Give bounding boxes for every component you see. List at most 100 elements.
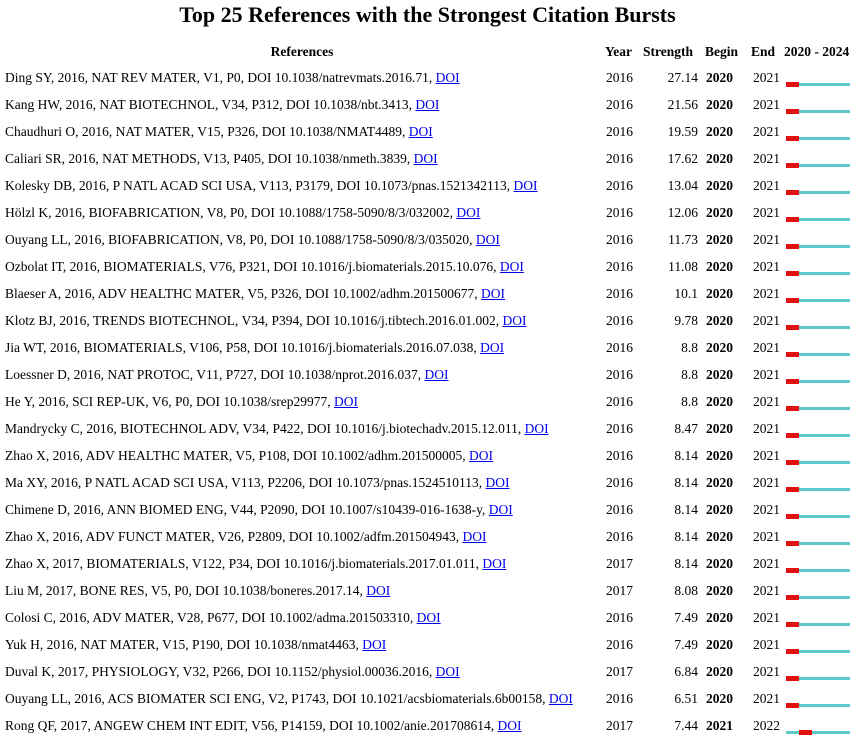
doi-link[interactable]: DOI [498, 718, 522, 733]
strength-cell: 7.44 [674, 718, 698, 733]
reference-cell: Ouyang LL, 2016, BIOFABRICATION, V8, P0,… [5, 231, 500, 249]
year-cell: 2016 [606, 259, 633, 274]
reference-text: Zhao X, 2017, BIOMATERIALS, V122, P34, D… [5, 556, 479, 571]
timeline-base-segment [798, 299, 850, 302]
begin-cell: 2020 [706, 448, 733, 463]
strength-cell: 8.14 [674, 502, 698, 517]
timeline-base-segment [798, 542, 850, 545]
begin-cell: 2020 [706, 475, 733, 490]
timeline-base-segment [798, 515, 850, 518]
header-strength: Strength [643, 44, 694, 59]
burst-segment [786, 433, 799, 438]
year-cell: 2016 [606, 367, 633, 382]
reference-text: Caliari SR, 2016, NAT METHODS, V13, P405… [5, 151, 411, 166]
burst-timeline [786, 109, 850, 114]
begin-cell: 2020 [706, 556, 733, 571]
timeline-base-segment [798, 164, 850, 167]
burst-timeline [786, 622, 850, 627]
doi-link[interactable]: DOI [476, 232, 500, 247]
timeline-base-segment [798, 272, 850, 275]
doi-link[interactable]: DOI [409, 124, 433, 139]
reference-cell: Rong QF, 2017, ANGEW CHEM INT EDIT, V56,… [5, 717, 522, 735]
strength-cell: 6.84 [674, 664, 698, 679]
reference-text: Yuk H, 2016, NAT MATER, V15, P190, DOI 1… [5, 637, 359, 652]
doi-link[interactable]: DOI [486, 475, 510, 490]
strength-cell: 10.1 [674, 286, 698, 301]
end-cell: 2021 [753, 367, 780, 382]
header-begin: Begin [705, 44, 739, 59]
end-cell: 2021 [753, 313, 780, 328]
table-row: Zhao X, 2017, BIOMATERIALS, V122, P34, D… [0, 551, 855, 578]
timeline-base-segment [798, 569, 850, 572]
burst-segment [786, 676, 799, 681]
doi-link[interactable]: DOI [456, 205, 480, 220]
reference-cell: Kolesky DB, 2016, P NATL ACAD SCI USA, V… [5, 177, 538, 195]
burst-timeline [786, 676, 850, 681]
doi-link[interactable]: DOI [489, 502, 513, 517]
end-cell: 2021 [753, 448, 780, 463]
strength-cell: 21.56 [667, 97, 698, 112]
end-cell: 2021 [753, 97, 780, 112]
burst-timeline [786, 541, 850, 546]
reference-cell: Mandrycky C, 2016, BIOTECHNOL ADV, V34, … [5, 420, 549, 438]
end-cell: 2021 [753, 232, 780, 247]
doi-link[interactable]: DOI [525, 421, 549, 436]
doi-link[interactable]: DOI [514, 178, 538, 193]
doi-link[interactable]: DOI [463, 529, 487, 544]
timeline-base-segment [798, 704, 850, 707]
reference-text: Kang HW, 2016, NAT BIOTECHNOL, V34, P312… [5, 97, 412, 112]
doi-link[interactable]: DOI [500, 259, 524, 274]
begin-cell: 2020 [706, 286, 733, 301]
end-cell: 2021 [753, 124, 780, 139]
year-cell: 2016 [606, 691, 633, 706]
table-row: Mandrycky C, 2016, BIOTECHNOL ADV, V34, … [0, 416, 855, 443]
doi-link[interactable]: DOI [425, 367, 449, 382]
doi-link[interactable]: DOI [362, 637, 386, 652]
burst-segment [786, 352, 799, 357]
table-row: Kang HW, 2016, NAT BIOTECHNOL, V34, P312… [0, 92, 855, 119]
begin-cell: 2020 [706, 367, 733, 382]
reference-text: Colosi C, 2016, ADV MATER, V28, P677, DO… [5, 610, 414, 625]
strength-cell: 8.14 [674, 529, 698, 544]
timeline-base-segment [798, 677, 850, 680]
doi-link[interactable]: DOI [469, 448, 493, 463]
timeline-base-segment [798, 245, 850, 248]
doi-link[interactable]: DOI [549, 691, 573, 706]
year-cell: 2016 [606, 637, 633, 652]
burst-segment [786, 190, 799, 195]
doi-link[interactable]: DOI [334, 394, 358, 409]
end-cell: 2021 [753, 394, 780, 409]
reference-text: Ding SY, 2016, NAT REV MATER, V1, P0, DO… [5, 70, 433, 85]
begin-cell: 2020 [706, 340, 733, 355]
begin-cell: 2020 [706, 205, 733, 220]
strength-cell: 8.08 [674, 583, 698, 598]
burst-segment [786, 649, 799, 654]
end-cell: 2021 [753, 610, 780, 625]
doi-link[interactable]: DOI [503, 313, 527, 328]
begin-cell: 2020 [706, 637, 733, 652]
burst-timeline [786, 514, 850, 519]
reference-text: Ma XY, 2016, P NATL ACAD SCI USA, V113, … [5, 475, 483, 490]
reference-text: Klotz BJ, 2016, TRENDS BIOTECHNOL, V34, … [5, 313, 500, 328]
burst-timeline [786, 568, 850, 573]
table-row: Chaudhuri O, 2016, NAT MATER, V15, P326,… [0, 119, 855, 146]
doi-link[interactable]: DOI [481, 286, 505, 301]
doi-link[interactable]: DOI [415, 97, 439, 112]
doi-link[interactable]: DOI [436, 70, 460, 85]
end-cell: 2021 [753, 421, 780, 436]
reference-text: Chimene D, 2016, ANN BIOMED ENG, V44, P2… [5, 502, 486, 517]
doi-link[interactable]: DOI [417, 610, 441, 625]
doi-link[interactable]: DOI [480, 340, 504, 355]
timeline-base-segment [798, 137, 850, 140]
doi-link[interactable]: DOI [366, 583, 390, 598]
reference-cell: Zhao X, 2016, ADV HEALTHC MATER, V5, P10… [5, 447, 493, 465]
doi-link[interactable]: DOI [436, 664, 460, 679]
doi-link[interactable]: DOI [414, 151, 438, 166]
strength-cell: 17.62 [667, 151, 698, 166]
burst-timeline [786, 730, 850, 735]
doi-link[interactable]: DOI [482, 556, 506, 571]
reference-text: Zhao X, 2016, ADV FUNCT MATER, V26, P280… [5, 529, 460, 544]
begin-cell: 2020 [706, 394, 733, 409]
burst-segment [786, 109, 799, 114]
burst-segment [786, 271, 799, 276]
